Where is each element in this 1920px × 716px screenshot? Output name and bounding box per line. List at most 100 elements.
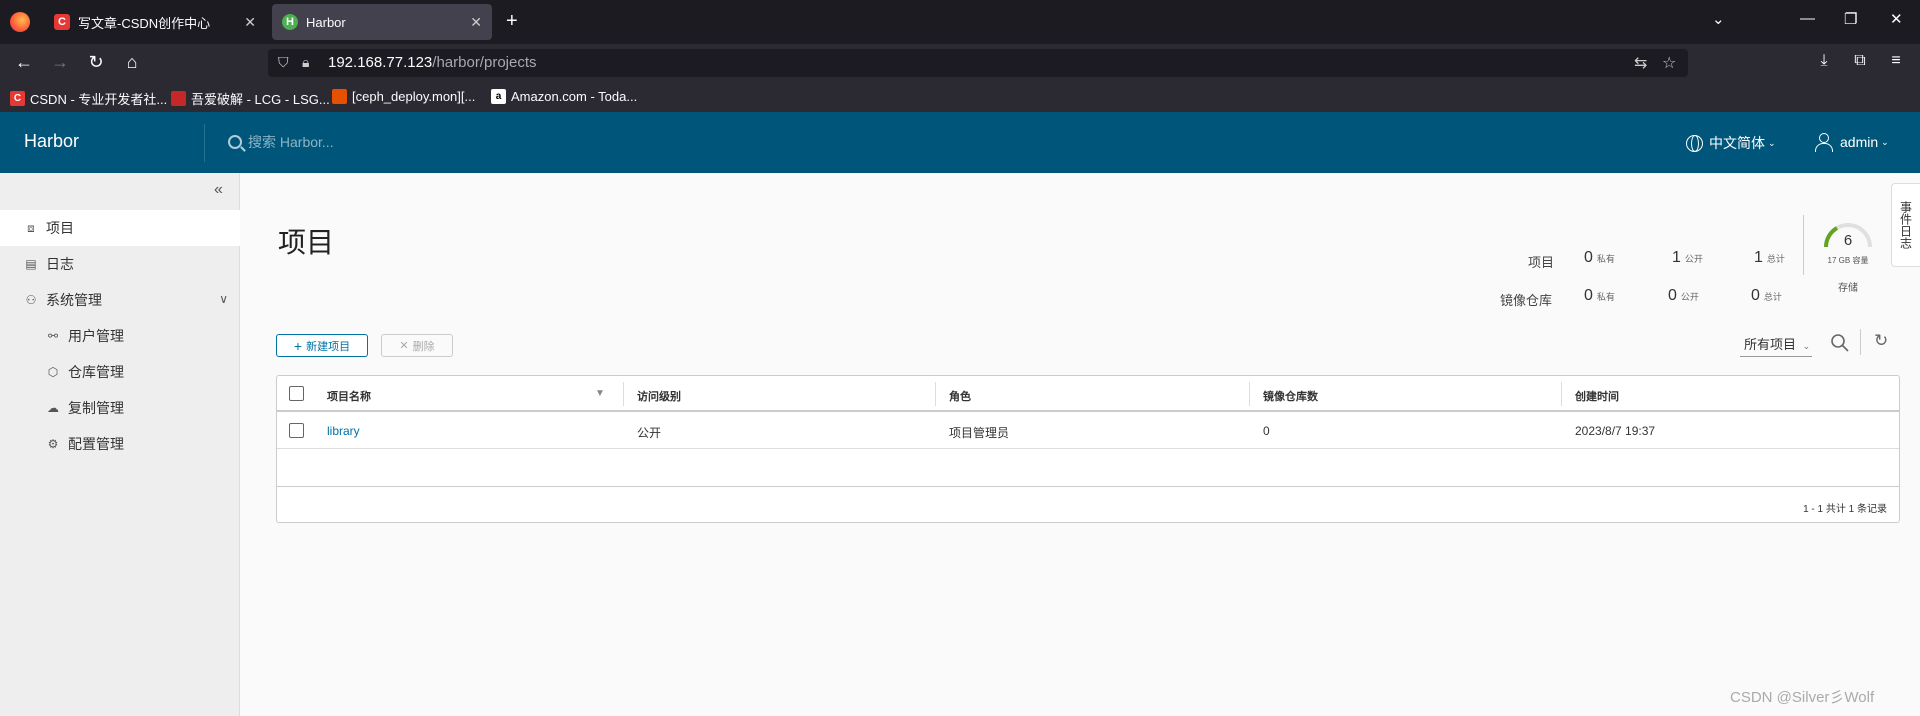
header-divider (204, 124, 205, 162)
tab-list-chevron-icon[interactable]: ⌄ (1712, 10, 1725, 28)
stat-value: 0 (1584, 287, 1593, 304)
stat-projects-total: 1 总计 (1754, 249, 1785, 267)
forward-icon[interactable]: → (48, 52, 72, 73)
browser-tab-csdn[interactable]: C 写文章-CSDN创作中心 ✕ (44, 4, 266, 40)
bookmarks-bar: C CSDN - 专业开发者社... 吾爱破解 - LCG - LSG... [… (0, 82, 1920, 112)
close-tab-icon[interactable]: ✕ (470, 14, 482, 31)
lock-icon[interactable]: 🔒︎ (302, 54, 309, 71)
restore-icon[interactable]: ❐ (1844, 10, 1857, 28)
column-divider[interactable] (1249, 382, 1250, 406)
reload-icon[interactable]: ↻ (84, 52, 108, 73)
bookmark-52pojie[interactable]: 吾爱破解 - LCG - LSG... (171, 89, 330, 108)
sidebar-item-logs[interactable]: ▤ 日志 (0, 246, 240, 282)
stat-value: 0 (1584, 249, 1593, 266)
sidebar: « ⧈ 项目 ▤ 日志 ⚇ 系统管理 ∨ ⚯ 用户管理 ⬡ 仓库管理 ☁ 复制管… (0, 173, 240, 716)
sidebar-item-users[interactable]: ⚯ 用户管理 (0, 318, 240, 354)
language-selector[interactable]: 中文简体 ⌄ (1686, 133, 1776, 153)
stat-projects-label: 项目 (1528, 255, 1555, 270)
pojie-bookmark-icon (171, 91, 186, 106)
browser-tab-bar: C 写文章-CSDN创作中心 ✕ H Harbor ✕ + ⌄ — ❐ ✕ (0, 0, 1920, 44)
collapse-sidebar-icon[interactable]: « (214, 181, 223, 199)
sidebar-item-label: 用户管理 (68, 328, 124, 344)
stat-repos-public: 0 公开 (1668, 287, 1699, 305)
ceph-bookmark-icon (332, 89, 347, 104)
sidebar-item-registries[interactable]: ⬡ 仓库管理 (0, 354, 240, 390)
close-window-icon[interactable]: ✕ (1890, 10, 1903, 28)
stat-sub-label: 私有 (1596, 292, 1615, 302)
chevron-down-icon: ∨ (219, 292, 228, 306)
shield-icon[interactable]: ⛉ (278, 54, 289, 71)
url-text[interactable]: 192.168.77.123/harbor/projects (328, 54, 537, 71)
page-title: 项目 (278, 227, 335, 258)
users-icon: ⚯ (47, 329, 59, 343)
row-checkbox[interactable] (289, 423, 304, 438)
user-icon (1814, 133, 1833, 152)
select-all-checkbox[interactable] (289, 386, 304, 401)
column-divider[interactable] (623, 382, 624, 406)
column-header-access[interactable]: 访问级别 (637, 388, 681, 404)
home-icon[interactable]: ⌂ (120, 52, 144, 73)
harbor-brand[interactable]: Harbor (24, 131, 79, 152)
extensions-icon[interactable]: ⧉ (1848, 52, 1872, 70)
new-project-button[interactable]: + 新建项目 (276, 334, 368, 357)
csdn-favicon-icon: C (54, 14, 70, 30)
stat-value: 1 (1672, 249, 1681, 266)
column-header-repo-count[interactable]: 镜像仓库数 (1263, 388, 1318, 404)
registry-icon: ⬡ (47, 365, 59, 379)
event-log-side-tab[interactable]: 事件日志 (1891, 183, 1920, 267)
filter-icon[interactable]: ▼ (595, 388, 605, 399)
storage-capacity: 17 GB 容量 (1827, 256, 1869, 265)
bookmark-star-icon[interactable]: ☆ (1662, 53, 1676, 73)
search-icon (228, 135, 242, 149)
toolbar-divider (1860, 329, 1861, 355)
stat-repos-private: 0 私有 (1584, 287, 1615, 305)
bookmark-ceph[interactable]: [ceph_deploy.mon][... (332, 89, 475, 104)
new-tab-icon[interactable]: + (506, 10, 518, 33)
sidebar-item-replication[interactable]: ☁ 复制管理 (0, 390, 240, 426)
column-header-name[interactable]: 项目名称 (327, 388, 371, 404)
browser-nav-bar: ← → ↻ ⌂ ⛉ 🔒︎ 192.168.77.123/harbor/proje… (0, 44, 1920, 82)
browser-tab-harbor[interactable]: H Harbor ✕ (272, 4, 492, 40)
user-menu[interactable]: admin ⌄ (1814, 133, 1889, 152)
global-search[interactable]: 搜索 Harbor... (228, 132, 334, 152)
stat-sub-label: 公开 (1684, 254, 1703, 264)
refresh-icon[interactable]: ↻ (1874, 331, 1888, 351)
column-divider[interactable] (935, 382, 936, 406)
downloads-icon[interactable]: ⤓ (1812, 52, 1836, 70)
stat-sub-label: 公开 (1680, 292, 1699, 302)
url-bar[interactable]: ⛉ 🔒︎ 192.168.77.123/harbor/projects ⇆ ☆ (268, 49, 1688, 77)
role-cell: 项目管理员 (949, 426, 1010, 440)
stats-divider (1803, 215, 1804, 275)
stat-projects-private: 0 私有 (1584, 249, 1615, 267)
sidebar-item-label: 系统管理 (46, 292, 102, 308)
column-header-role[interactable]: 角色 (949, 388, 971, 404)
chevron-down-icon: ⌄ (1768, 137, 1776, 148)
delete-button[interactable]: ✕ 删除 (381, 334, 453, 357)
sidebar-item-configuration[interactable]: ⚙ 配置管理 (0, 426, 240, 462)
column-header-created[interactable]: 创建时间 (1575, 388, 1619, 404)
sidebar-item-admin[interactable]: ⚇ 系统管理 ∨ (0, 282, 240, 318)
close-tab-icon[interactable]: ✕ (244, 14, 256, 31)
project-filter-select[interactable]: 所有项目 ⌄ (1740, 332, 1813, 357)
menu-icon[interactable]: ≡ (1884, 52, 1908, 70)
language-label: 中文简体 (1709, 135, 1765, 151)
csdn-bookmark-icon: C (10, 91, 25, 106)
bookmark-csdn[interactable]: C CSDN - 专业开发者社... (10, 89, 167, 108)
stat-projects-public: 1 公开 (1672, 249, 1703, 267)
sidebar-item-projects[interactable]: ⧈ 项目 (0, 210, 240, 246)
stat-repos-total: 0 总计 (1751, 287, 1782, 305)
search-icon[interactable] (1830, 333, 1850, 353)
stat-sub-label: 总计 (1766, 254, 1785, 264)
stat-sub-label: 总计 (1763, 292, 1782, 302)
translate-icon[interactable]: ⇆ (1634, 53, 1647, 73)
minimize-icon[interactable]: — (1800, 10, 1815, 27)
back-icon[interactable]: ← (12, 52, 36, 73)
watermark: CSDN @Silver彡Wolf (1730, 689, 1875, 706)
stat-repos-label: 镜像仓库 (1500, 293, 1553, 308)
column-divider[interactable] (1561, 382, 1562, 406)
firefox-icon[interactable] (10, 12, 30, 32)
project-name-link[interactable]: library (327, 424, 360, 438)
table-row[interactable]: library 公开 项目管理员 0 2023/8/7 19:37 (277, 412, 1899, 449)
bookmark-amazon[interactable]: a Amazon.com - Toda... (491, 89, 637, 104)
bookmark-label: [ceph_deploy.mon][... (352, 89, 476, 104)
